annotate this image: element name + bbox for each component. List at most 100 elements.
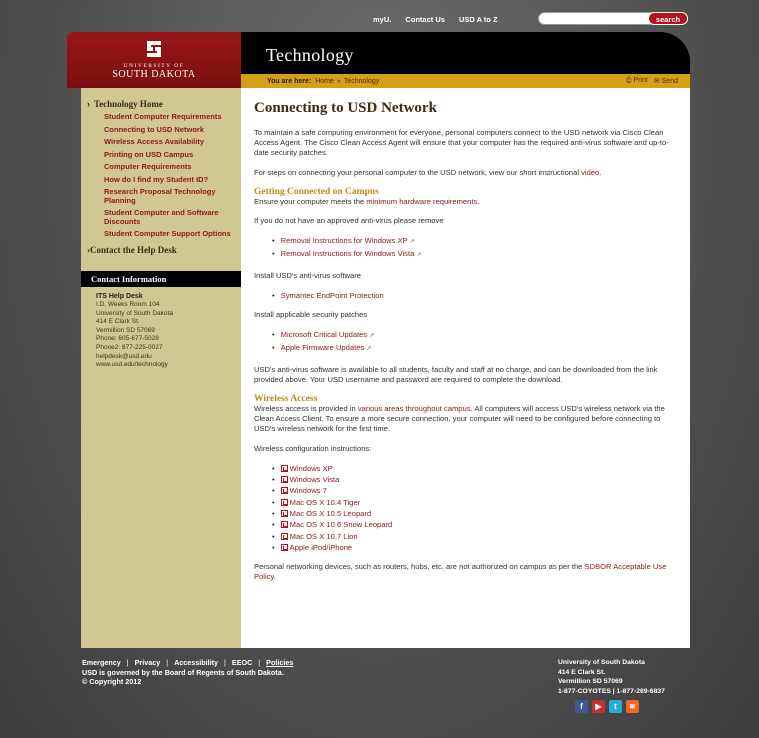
contact-line: ITS Help Desk [96, 292, 143, 300]
page-tools: ⎙ Print ✉ Send [626, 77, 678, 85]
pdf-icon [280, 510, 288, 518]
usd-a-to-z-link[interactable]: USD A to Z [459, 15, 498, 24]
top-utility-nav: myU. Contact Us USD A to Z [373, 12, 498, 26]
removal-xp-link[interactable]: Removal Instructions for Windows XP [281, 236, 408, 245]
sidebar-item-discounts[interactable]: Student Computer and Software Discounts [104, 207, 231, 228]
facebook-icon[interactable]: f [575, 700, 588, 713]
removal-list: Removal Instructions for Windows XP↗ Rem… [254, 235, 678, 261]
list-item: Mac OS X 10.4 Tiger [272, 497, 678, 508]
contact-line: Phone: 605-677-5028 [96, 335, 159, 343]
remove-paragraph: If you do not have an approved anti-viru… [254, 216, 444, 226]
breadcrumb: You are here: Home » Technology ⎙ Print … [241, 74, 690, 88]
list-item: Mac OS X 10.7 Lion [272, 531, 678, 542]
helpdesk-email-link[interactable]: helpdesk@usd.edu [96, 353, 152, 360]
sidebar-item-research-proposal[interactable]: Research Proposal Technology Planning [104, 186, 231, 207]
wireless-areas-link[interactable]: various areas throughout campus [358, 404, 471, 413]
av-note-paragraph: USD's anti-virus software is available t… [254, 364, 658, 384]
sidebar-item-printing[interactable]: Printing on USD Campus [104, 149, 231, 162]
ensure-paragraph: Ensure your computer meets the minimum h… [254, 197, 678, 207]
contact-line: University of South Dakota [96, 309, 173, 317]
sidebar-item-wireless-access-availability[interactable]: Wireless Access Availability [104, 136, 231, 149]
sidebar-item-computer-requirements[interactable]: Computer Requirements [104, 161, 231, 174]
wireless-text: Wireless access is provided in [254, 404, 356, 414]
wireless-paragraph: Wireless access is provided in various a… [254, 404, 678, 435]
policy-period: . [273, 572, 276, 582]
youtube-icon[interactable]: ▶ [592, 700, 605, 713]
search-input[interactable] [545, 13, 655, 24]
footer-eeoc-link[interactable]: EEOC [232, 658, 252, 667]
sidebar-item-connecting-to-usd-network[interactable]: Connecting to USD Network [104, 124, 231, 137]
footer-privacy-link[interactable]: Privacy [135, 658, 161, 667]
sidebar: › Technology Home Student Computer Requir… [81, 88, 241, 648]
myu-link[interactable]: myU. [373, 15, 391, 24]
config-windows-vista-link[interactable]: Windows Vista [290, 475, 340, 484]
removal-vista-link[interactable]: Removal Instructions for Windows Vista [281, 249, 415, 258]
sidebar-contact-help-desk[interactable]: ›Contact the Help Desk [81, 241, 241, 255]
sidebar-nav-list: Student Computer Requirements Connecting… [81, 109, 241, 241]
ensure-period: . [477, 196, 480, 206]
list-item: Apple Firmware Updates↗ [272, 342, 678, 355]
footer-separator: | [224, 658, 226, 667]
config-ipod-iphone-link[interactable]: Apple iPod/iPhone [290, 543, 353, 552]
address-line: 1-877-COYOTES | 1-877-269-6837 [558, 687, 665, 695]
footer-governed: USD is governed by the Board of Regents … [82, 668, 293, 678]
external-link-icon: ↗ [416, 252, 422, 259]
governed-text: USD is governed by the [82, 667, 163, 677]
board-of-regents-link[interactable]: Board of Regents [165, 668, 225, 677]
sidebar-contact-help-desk-label: Contact the Help Desk [90, 244, 177, 255]
config-mac-snow-leopard-link[interactable]: Mac OS X 10.6 Snow Leopard [290, 520, 393, 529]
config-windows-xp-link[interactable]: Windows XP [290, 464, 333, 473]
policy-paragraph: Personal networking devices, such as rou… [254, 562, 678, 582]
video-text: For steps on connecting your personal co… [254, 167, 579, 177]
breadcrumb-home[interactable]: Home [315, 78, 334, 85]
config-mac-tiger-link[interactable]: Mac OS X 10.4 Tiger [290, 498, 360, 507]
list-item: Removal Instructions for Windows XP↗ [272, 235, 678, 248]
main-content: Connecting to USD Network To maintain a … [241, 88, 690, 648]
technology-url-link[interactable]: www.usd.edu/technology [96, 361, 168, 368]
footer-nav: Emergency | Privacy | Accessibility | EEOC | Pol… [82, 658, 293, 668]
list-item: Removal Instructions for Windows Vista↗ [272, 248, 678, 261]
config-mac-lion-link[interactable]: Mac OS X 10.7 Lion [290, 532, 358, 541]
send-button[interactable]: ✉ Send [654, 77, 678, 85]
footer-links: Emergency | Privacy | Accessibility | EEOC | Pol… [82, 658, 293, 687]
send-label: Send [661, 78, 678, 85]
usd-logo[interactable]: UNIVERSITY OF SOUTH DAKOTA [67, 32, 241, 88]
search-box: search [538, 12, 688, 25]
address-line: 414 E Clark St. [558, 668, 606, 676]
logo-south-dakota: SOUTH DAKOTA [112, 69, 196, 80]
sidebar-item-student-id[interactable]: How do I find my Student ID? [104, 174, 231, 187]
symantec-link[interactable]: Symantec EndPoint Protection [281, 291, 384, 300]
external-link-icon: ↗ [366, 346, 372, 353]
envelope-icon: ✉ [653, 78, 660, 85]
min-hardware-link[interactable]: minimum hardware requirements [366, 197, 477, 206]
policy-text: Personal networking devices, such as rou… [254, 562, 583, 572]
apple-updates-link[interactable]: Apple Firmware Updates [281, 343, 365, 352]
twitter-icon[interactable]: t [609, 700, 622, 713]
search-button[interactable]: search [648, 12, 688, 25]
heading-getting-connected: Getting Connected on Campus [254, 186, 379, 197]
site-title[interactable]: Technology [266, 45, 354, 66]
contact-line: I.D. Weeks Room 104 [96, 301, 160, 309]
footer-policies-link[interactable]: Policies [266, 658, 293, 667]
ensure-text: Ensure your computer meets the [254, 196, 365, 206]
footer-separator: | [166, 658, 169, 667]
video-link[interactable]: video [581, 168, 599, 177]
footer-separator: | [126, 658, 129, 667]
list-item: Symantec EndPoint Protection [272, 290, 678, 301]
footer-emergency-link[interactable]: Emergency [82, 658, 121, 667]
microsoft-updates-link[interactable]: Microsoft Critical Updates [281, 330, 368, 339]
config-windows-7-link[interactable]: Windows 7 [290, 486, 327, 495]
print-label: Print [633, 77, 648, 84]
rss-icon[interactable]: ≋ [626, 700, 639, 713]
list-item: Windows Vista [272, 474, 678, 485]
sidebar-item-student-computer-requirements[interactable]: Student Computer Requirements [104, 111, 231, 124]
config-mac-leopard-link[interactable]: Mac OS X 10.5 Leopard [290, 509, 371, 518]
pdf-icon [280, 464, 288, 472]
footer-copyright: © Copyright 2012 [82, 677, 142, 686]
sidebar-item-support-options[interactable]: Student Computer Support Options [104, 228, 231, 241]
contact-us-link[interactable]: Contact Us [405, 15, 445, 24]
list-item: Mac OS X 10.5 Leopard [272, 508, 678, 519]
footer-accessibility-link[interactable]: Accessibility [174, 658, 218, 667]
sidebar-technology-home[interactable]: › Technology Home [81, 88, 241, 109]
print-button[interactable]: ⎙ Print [626, 77, 648, 85]
